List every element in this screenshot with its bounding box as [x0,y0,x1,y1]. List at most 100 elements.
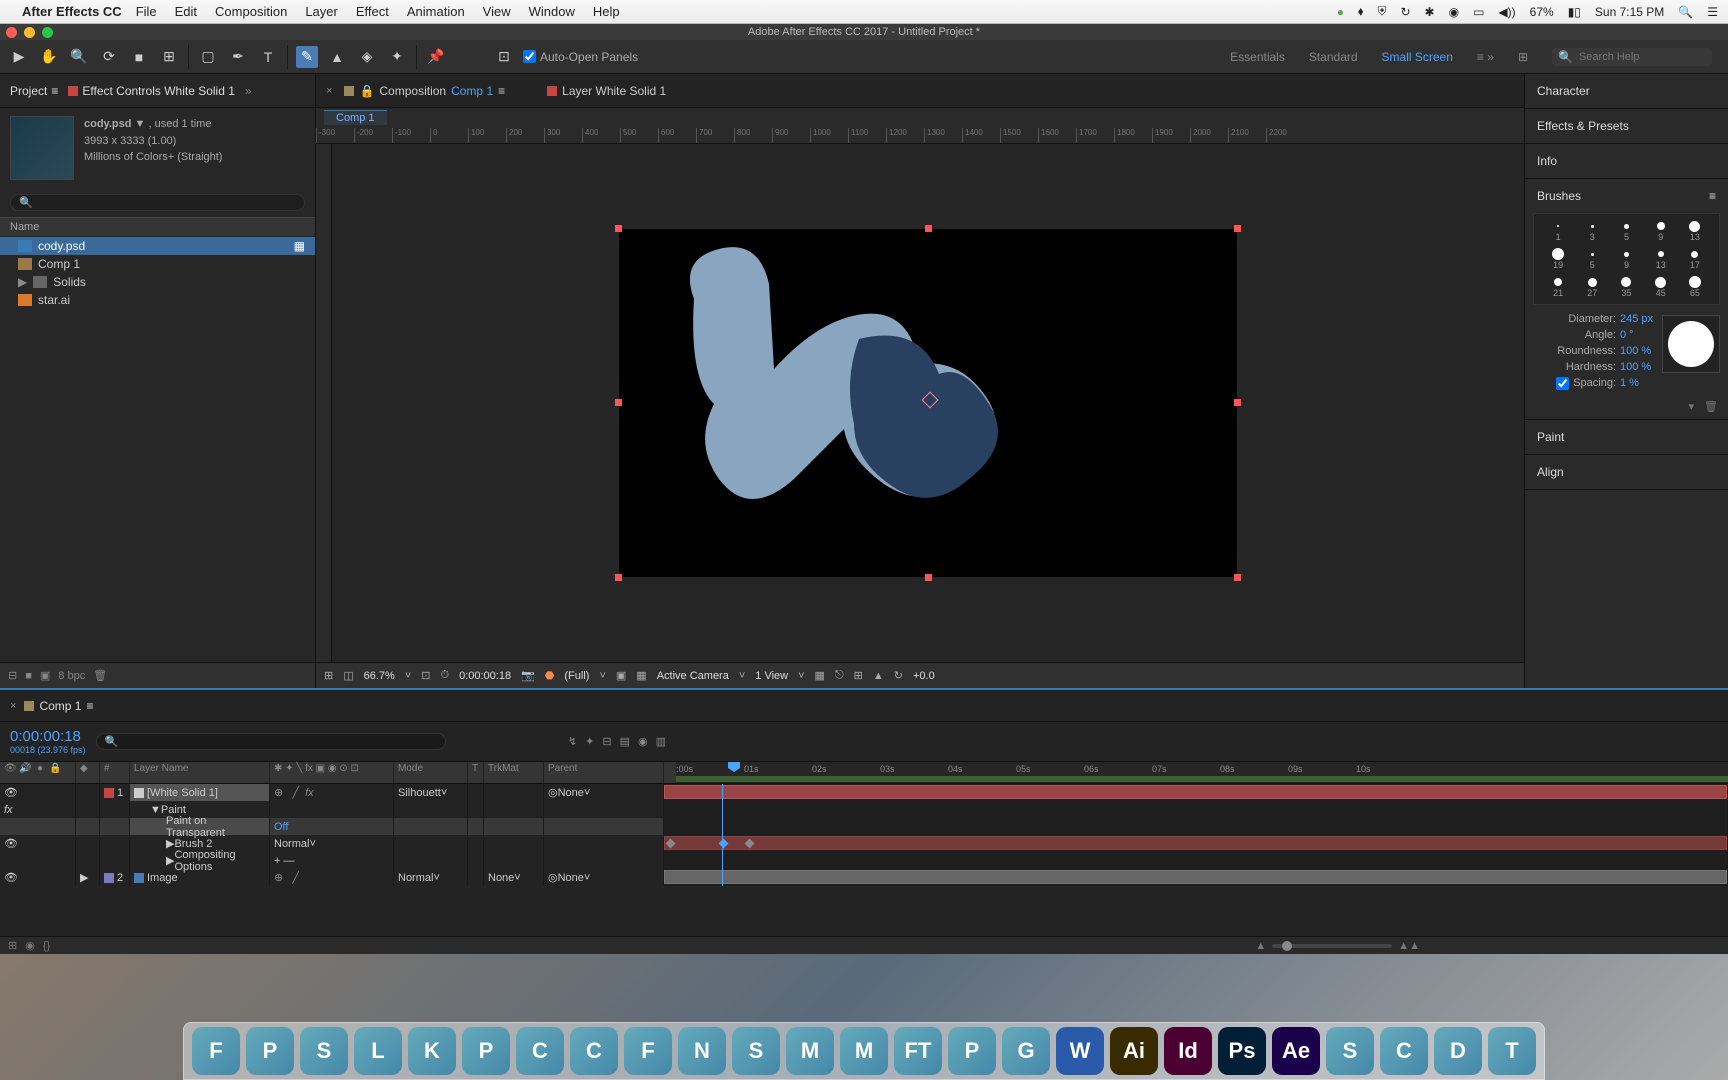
dock-app-trash[interactable]: T [1488,1027,1536,1075]
battery-icon[interactable]: ▮▯ [1568,5,1581,19]
layer-prop-paint-transparent[interactable]: Paint on Transparent Off [0,818,1728,835]
brush-preset[interactable]: 1 [1542,218,1574,244]
dock-app-ae[interactable]: Ae [1272,1027,1320,1075]
trash-icon[interactable]: 🗑 [1704,400,1718,413]
brush-preset[interactable]: 3 [1576,218,1608,244]
menu-file[interactable]: File [136,4,157,19]
bluetooth-icon[interactable]: ✱ [1425,5,1435,19]
window-close-button[interactable] [6,27,17,38]
roto-tool[interactable]: ✦ [386,46,408,68]
pen-tool[interactable]: ✒ [227,46,249,68]
folder-icon[interactable]: ▦ [294,239,305,253]
zoom-slider[interactable] [1272,944,1392,948]
transparency-icon[interactable]: ▦ [636,669,646,682]
effects-panel-header[interactable]: Effects & Presets [1525,109,1728,143]
dock-app-font[interactable]: F [624,1027,672,1075]
brush-preset[interactable]: 27 [1576,274,1608,300]
roundness-value[interactable]: 100 % [1620,345,1658,357]
panel-menu-icon[interactable]: ≡ [1709,189,1716,203]
exposure-value[interactable]: +0.0 [913,670,935,682]
dock-app-docs[interactable]: D [1434,1027,1482,1075]
dock-app-stick[interactable]: S [732,1027,780,1075]
menu-effect[interactable]: Effect [356,4,389,19]
selection-handle[interactable] [1234,225,1241,232]
zoom-dropdown[interactable]: 66.7% [364,670,395,682]
menu-icon[interactable]: ☰ [1707,5,1718,19]
toggle-in-out-icon[interactable]: {} [43,940,50,952]
mode-header[interactable]: Mode [394,762,468,783]
rect-tool[interactable]: ▢ [197,46,219,68]
trash-icon[interactable]: 🗑 [93,669,107,682]
hardness-value[interactable]: 100 % [1620,361,1658,373]
project-search-input[interactable] [33,197,296,209]
selection-handle[interactable] [1234,399,1241,406]
project-column-header[interactable]: Name [0,217,315,237]
stamp-tool[interactable]: ▲ [326,46,348,68]
dock-app-w[interactable]: W [1056,1027,1104,1075]
label-color[interactable] [104,873,114,883]
layer-row-1[interactable]: 👁 1 [White Solid 1] ⊕ ╱ fx Silhouett ˅ ◎… [0,784,1728,801]
search-help[interactable]: 🔍 [1552,48,1712,66]
time-display[interactable]: 0:00:00:18 [459,670,511,682]
angle-value[interactable]: 0 ° [1620,329,1658,341]
snap-icon[interactable]: ⊡ [493,46,515,68]
selection-handle[interactable] [925,225,932,232]
dock-app-store[interactable]: S [300,1027,348,1075]
menu-edit[interactable]: Edit [175,4,197,19]
dock-app-key[interactable]: K [408,1027,456,1075]
timeline-search[interactable]: 🔍 [96,733,446,750]
diameter-value[interactable]: 245 px [1620,313,1658,325]
app-name[interactable]: After Effects CC [22,4,122,19]
brush-tool[interactable]: ✎ [296,46,318,68]
parent-header[interactable]: Parent [544,762,664,783]
dock-app-ft[interactable]: FT [894,1027,942,1075]
workspace-settings-icon[interactable]: ⊞ [1518,50,1528,64]
graph-icon[interactable]: ▥ [656,735,666,748]
character-panel-header[interactable]: Character [1525,74,1728,108]
layer-duration-bar[interactable] [664,870,1727,884]
battery-percent[interactable]: 67% [1530,5,1554,19]
brush-duration-bar[interactable] [664,836,1727,850]
time-ruler[interactable]: :00s01s02s03s04s05s06s07s08s09s10s [676,762,1728,783]
mask-icon[interactable]: ◫ [343,669,353,682]
brush-preset[interactable]: 21 [1542,274,1574,300]
resolution-dropdown[interactable]: (Full) [564,670,589,682]
px-icon[interactable]: ⊞ [854,669,863,682]
toggle-switches-icon[interactable]: ⊞ [8,939,17,952]
rotate-tool[interactable]: ⟳ [98,46,120,68]
dock-app-ps[interactable]: Ps [1218,1027,1266,1075]
dock-app-contacts[interactable]: C [570,1027,618,1075]
visibility-toggle[interactable]: 👁 [4,786,16,799]
layer-duration-bar[interactable] [664,785,1727,799]
selection-handle[interactable] [1234,574,1241,581]
brush-preset[interactable]: 5 [1576,246,1608,272]
shield-icon[interactable]: ⛨ [1377,4,1386,19]
project-search[interactable]: 🔍 [10,194,305,211]
brush-preset[interactable]: 9 [1610,246,1642,272]
panel-overflow-icon[interactable]: » [245,84,252,98]
status-dot-icon[interactable]: ● [1337,5,1344,19]
project-tab[interactable]: Project ≡ [10,84,58,98]
selection-handle[interactable] [615,399,622,406]
layer-prop-compositing[interactable]: ▶ Compositing Options + — [0,852,1728,869]
channel-icon[interactable]: ⬣ [545,669,555,682]
current-time[interactable]: 0:00:00:18 [10,728,86,745]
menu-layer[interactable]: Layer [305,4,338,19]
dock-app-notes[interactable]: N [678,1027,726,1075]
selection-handle[interactable] [925,574,932,581]
dock-app-ai[interactable]: Ai [1110,1027,1158,1075]
new-brush-icon[interactable]: ▾ [1689,400,1695,413]
visibility-toggle[interactable]: 👁 [4,837,16,850]
dock-app-cal[interactable]: C [516,1027,564,1075]
project-item-comp1[interactable]: Comp 1 [0,255,315,273]
window-maximize-button[interactable] [42,27,53,38]
volume-icon[interactable]: ◀)) [1498,5,1515,19]
workspace-small-screen[interactable]: Small Screen [1382,50,1453,64]
dock-app-id[interactable]: Id [1164,1027,1212,1075]
brush-preset[interactable]: 13 [1645,246,1677,272]
eraser-tool[interactable]: ◈ [356,46,378,68]
lock-icon[interactable]: 🔒 [359,84,374,98]
project-item-cody[interactable]: cody.psd ▦ [0,237,315,255]
window-minimize-button[interactable] [24,27,35,38]
timeline-search-input[interactable] [118,736,436,748]
